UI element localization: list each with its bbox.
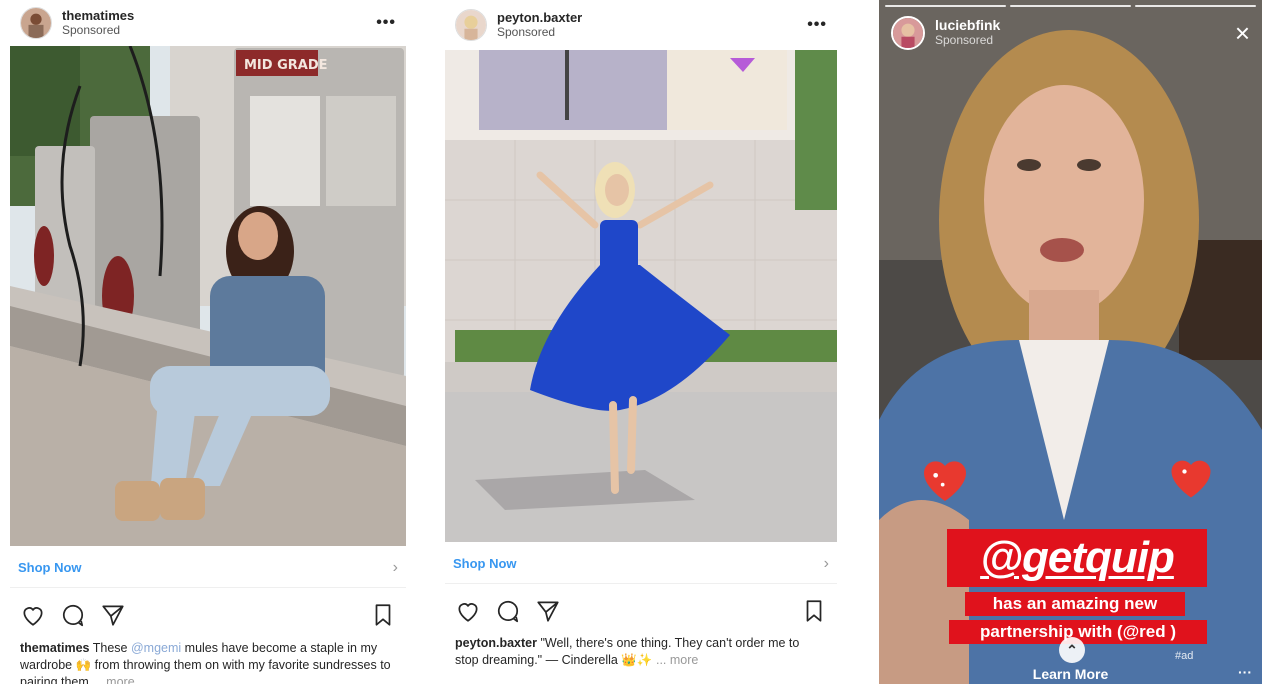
- story-username[interactable]: luciebfink: [935, 18, 1000, 33]
- progress-segment: [885, 5, 1006, 7]
- heart-outline-icon[interactable]: [455, 598, 481, 624]
- story-progress: [885, 5, 1256, 7]
- post-photo: MID GRADE: [10, 46, 406, 546]
- feed-post-peyton-baxter: peyton.baxter Sponsored ••• Shop Now › p…: [445, 0, 837, 684]
- heart-sticker-icon: [1171, 460, 1211, 498]
- avatar[interactable]: [20, 7, 52, 39]
- caption-more-link[interactable]: more: [106, 675, 134, 684]
- chevron-right-icon: ›: [823, 554, 829, 572]
- caption-text: These: [92, 641, 128, 655]
- caption-more-link[interactable]: ... more: [656, 653, 698, 667]
- bookmark-icon[interactable]: [801, 598, 827, 624]
- sticker-handle-text: @getquip: [980, 533, 1175, 582]
- shop-now-label: Shop Now: [18, 560, 82, 575]
- post-actions: [445, 594, 837, 628]
- post-photo: [445, 50, 837, 542]
- sticker-mention-handle[interactable]: @getquip: [947, 529, 1207, 587]
- caption-username[interactable]: thematimes: [20, 641, 89, 655]
- comment-bubble-icon[interactable]: [60, 602, 86, 628]
- heart-outline-icon[interactable]: [20, 602, 46, 628]
- post-caption: peyton.baxter "Well, there's one thing. …: [455, 635, 825, 669]
- progress-segment: [1135, 5, 1256, 7]
- story-header: luciebfink Sponsored ×: [891, 16, 1250, 50]
- paper-plane-icon[interactable]: [535, 598, 561, 624]
- shop-now-button[interactable]: Shop Now ›: [445, 544, 837, 584]
- post-meta: thematimes Sponsored: [62, 8, 134, 38]
- chevron-right-icon: ›: [392, 558, 398, 576]
- shop-now-button[interactable]: Shop Now ›: [10, 548, 406, 588]
- hashtag-label: #ad: [1175, 650, 1194, 662]
- avatar[interactable]: [891, 16, 925, 50]
- close-icon[interactable]: ×: [1235, 20, 1250, 46]
- learn-more-button[interactable]: Learn More: [879, 666, 1262, 682]
- post-actions: [10, 598, 406, 632]
- comment-bubble-icon[interactable]: [495, 598, 521, 624]
- more-horizontal-icon[interactable]: •••: [807, 16, 827, 34]
- post-header: peyton.baxter Sponsored •••: [445, 0, 837, 50]
- svg-text:MID GRADE: MID GRADE: [244, 58, 328, 73]
- post-header: thematimes Sponsored •••: [10, 0, 406, 46]
- progress-segment: [1010, 5, 1131, 7]
- sponsored-label: Sponsored: [62, 23, 121, 37]
- post-caption: thematimes These @mgemi mules have becom…: [20, 640, 394, 684]
- avatar[interactable]: [455, 9, 487, 41]
- story-ad-luciebfink[interactable]: luciebfink Sponsored × @getquip has an a…: [879, 0, 1262, 684]
- chevron-up-icon[interactable]: ⌃: [1059, 637, 1085, 663]
- post-username[interactable]: peyton.baxter: [497, 10, 582, 25]
- shop-now-label: Shop Now: [453, 556, 517, 571]
- sponsored-label: Sponsored: [935, 33, 994, 47]
- post-meta: peyton.baxter Sponsored: [497, 10, 582, 40]
- post-username[interactable]: thematimes: [62, 8, 134, 23]
- caption-emoji: 🙌: [75, 658, 92, 672]
- caption-mention[interactable]: @mgemi: [131, 641, 181, 655]
- heart-sticker-icon: [924, 461, 966, 501]
- more-horizontal-icon[interactable]: ···: [1238, 664, 1252, 680]
- sponsored-label: Sponsored: [497, 25, 556, 39]
- caption-username[interactable]: peyton.baxter: [455, 636, 537, 650]
- feed-post-thematimes: thematimes Sponsored ••• MID GRADE Shop …: [10, 0, 406, 684]
- bookmark-icon[interactable]: [370, 602, 396, 628]
- sticker-text-line: has an amazing new: [965, 592, 1185, 616]
- caption-emoji: 👑✨: [621, 653, 653, 667]
- story-meta: luciebfink Sponsored: [935, 18, 1000, 48]
- paper-plane-icon[interactable]: [100, 602, 126, 628]
- more-horizontal-icon[interactable]: •••: [376, 14, 396, 32]
